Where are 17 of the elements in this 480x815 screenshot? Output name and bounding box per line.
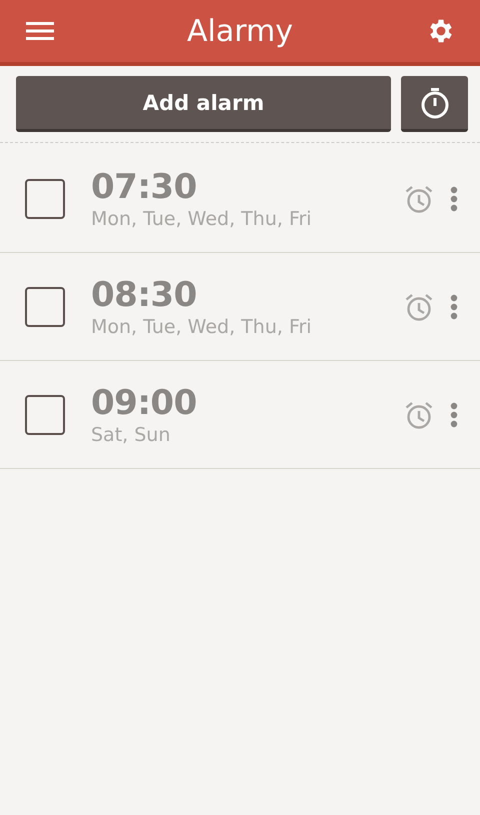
checkbox[interactable] [25, 178, 65, 218]
menu-icon[interactable] [26, 21, 54, 41]
alarm-time: 08:30 [91, 274, 198, 314]
app-title: Alarmy [186, 14, 294, 48]
add-alarm-button[interactable]: Add alarm [16, 76, 391, 132]
checkbox[interactable] [25, 286, 65, 326]
alarm-time: 07:30 [91, 166, 198, 206]
alarm-days: Mon, Tue, Wed, Thu, Fri [91, 206, 404, 230]
alarm-days: Mon, Tue, Wed, Thu, Fri [91, 314, 404, 338]
more-options-icon[interactable] [450, 294, 458, 320]
more-options-icon[interactable] [450, 402, 458, 428]
alarm-days: Sat, Sun [91, 422, 404, 446]
alarm-time: 09:00 [91, 382, 198, 422]
timer-button[interactable] [401, 76, 468, 132]
more-options-icon[interactable] [450, 186, 458, 212]
checkbox[interactable] [25, 394, 65, 434]
stopwatch-icon [420, 86, 450, 118]
